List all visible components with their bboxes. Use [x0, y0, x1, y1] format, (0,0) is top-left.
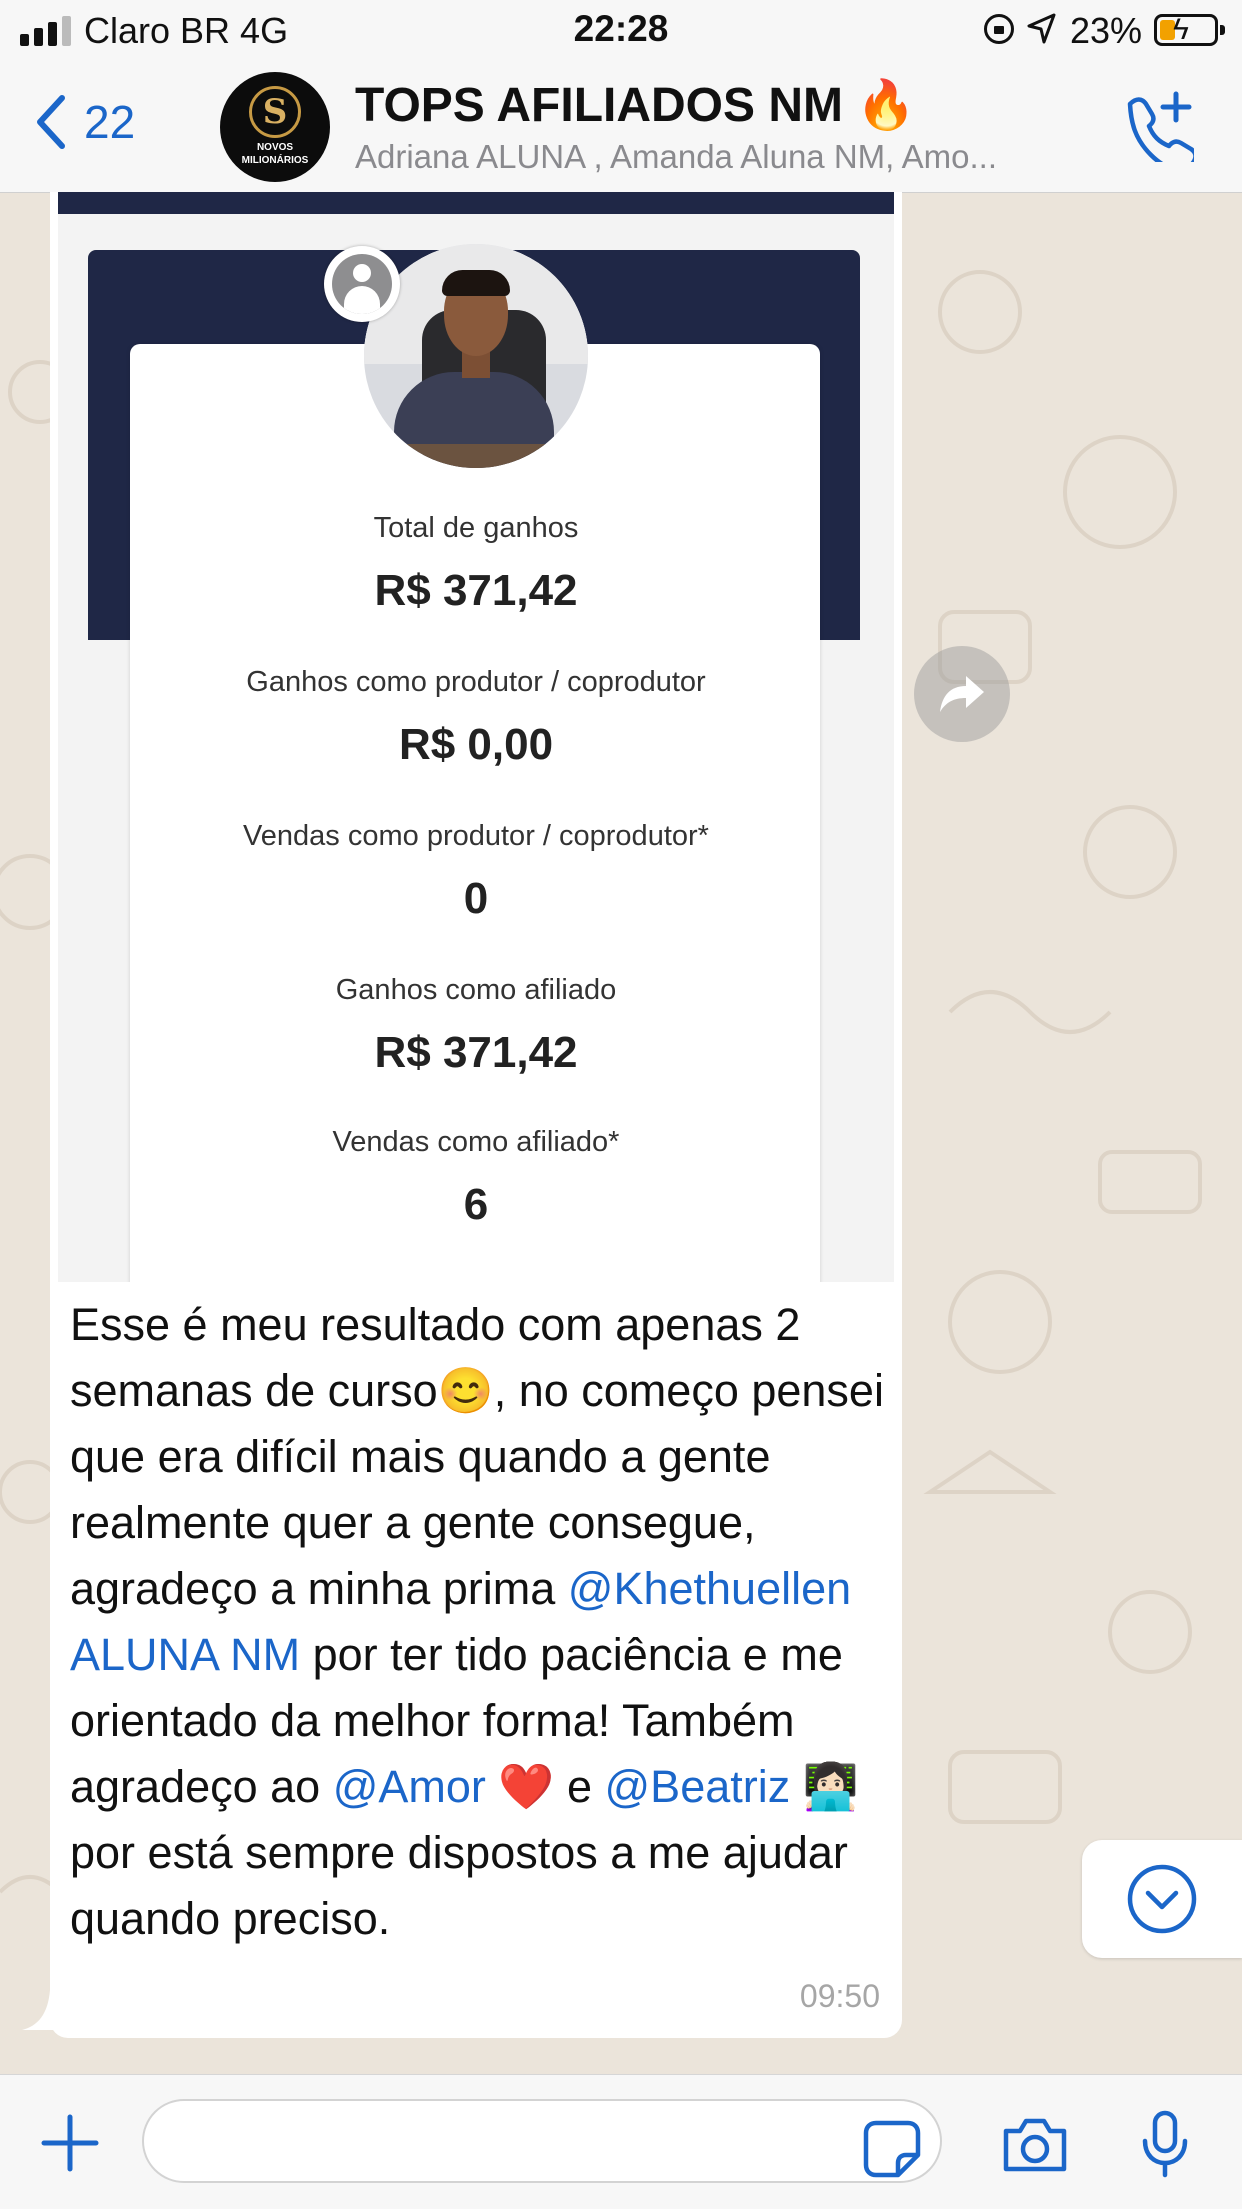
chevron-left-icon — [37, 95, 65, 149]
message-composer — [0, 2074, 1242, 2209]
status-bar: Claro BR 4G 22:28 23% ϟ — [0, 0, 1242, 62]
rotation-lock-icon — [984, 14, 1014, 44]
stat-value: R$ 0,00 — [398, 720, 554, 769]
microphone-icon[interactable] — [1140, 2109, 1190, 2179]
message-input[interactable] — [142, 2099, 942, 2183]
message-bubble[interactable]: Total de ganhos R$ 371,42 Ganhos como pr… — [50, 192, 902, 2038]
bubble-tail — [22, 1990, 62, 2030]
avatar-caption-bottom: MILIONÁRIOS — [241, 155, 309, 166]
group-title[interactable]: TOPS AFILIADOS NM 🔥 — [355, 76, 916, 133]
stat-value: R$ 371,42 — [374, 566, 578, 615]
mention-link[interactable]: @Beatriz — [605, 1761, 791, 1812]
plus-icon[interactable] — [38, 2111, 102, 2175]
group-members[interactable]: Adriana ALUNA , Amanda Aluna NM, Amo... — [355, 138, 1095, 176]
avatar-caption-top: NOVOS — [256, 142, 294, 153]
stat-value: 0 — [463, 874, 489, 923]
stat-value: 6 — [463, 1180, 489, 1229]
stat-label: Vendas como afiliado* — [332, 1126, 620, 1158]
user-avatar-icon — [324, 246, 400, 322]
stat-label: Ganhos como produtor / coprodutor — [246, 666, 706, 698]
stat-label: Vendas como produtor / coprodutor* — [243, 820, 709, 852]
image-top-band — [58, 192, 894, 214]
battery-percent: 23% — [1069, 10, 1142, 51]
stat-value: R$ 371,42 — [374, 1028, 578, 1077]
forward-icon — [940, 676, 984, 712]
message-text-part: ❤️ e — [485, 1761, 605, 1812]
chevron-down-circle-icon — [1127, 1864, 1197, 1934]
chat-header: 22 S NOVOS MILIONÁRIOS TOPS AFILIADOS NM… — [0, 62, 1242, 193]
back-button[interactable]: 22 — [34, 94, 135, 150]
location-arrow-icon — [1027, 13, 1056, 44]
message-image[interactable]: Total de ganhos R$ 371,42 Ganhos como pr… — [58, 192, 894, 1282]
message-timestamp: 09:50 — [799, 1978, 880, 2014]
scroll-to-bottom-button[interactable] — [1082, 1840, 1242, 1958]
battery-icon: ϟ — [1154, 13, 1225, 46]
camera-icon[interactable] — [1000, 2115, 1070, 2175]
unread-count: 22 — [84, 96, 136, 148]
logo-letter: S — [249, 86, 301, 138]
forward-button[interactable] — [914, 646, 1010, 742]
group-avatar[interactable]: S NOVOS MILIONÁRIOS — [220, 72, 330, 182]
stat-label: Ganhos como afiliado — [335, 974, 617, 1006]
mention-link[interactable]: @Amor — [333, 1761, 486, 1812]
add-call-icon[interactable] — [1120, 90, 1194, 162]
message-text: Esse é meu resultado com apenas 2 semana… — [70, 1292, 890, 1952]
sticker-icon[interactable] — [862, 2119, 922, 2179]
stat-label: Total de ganhos — [373, 512, 579, 544]
